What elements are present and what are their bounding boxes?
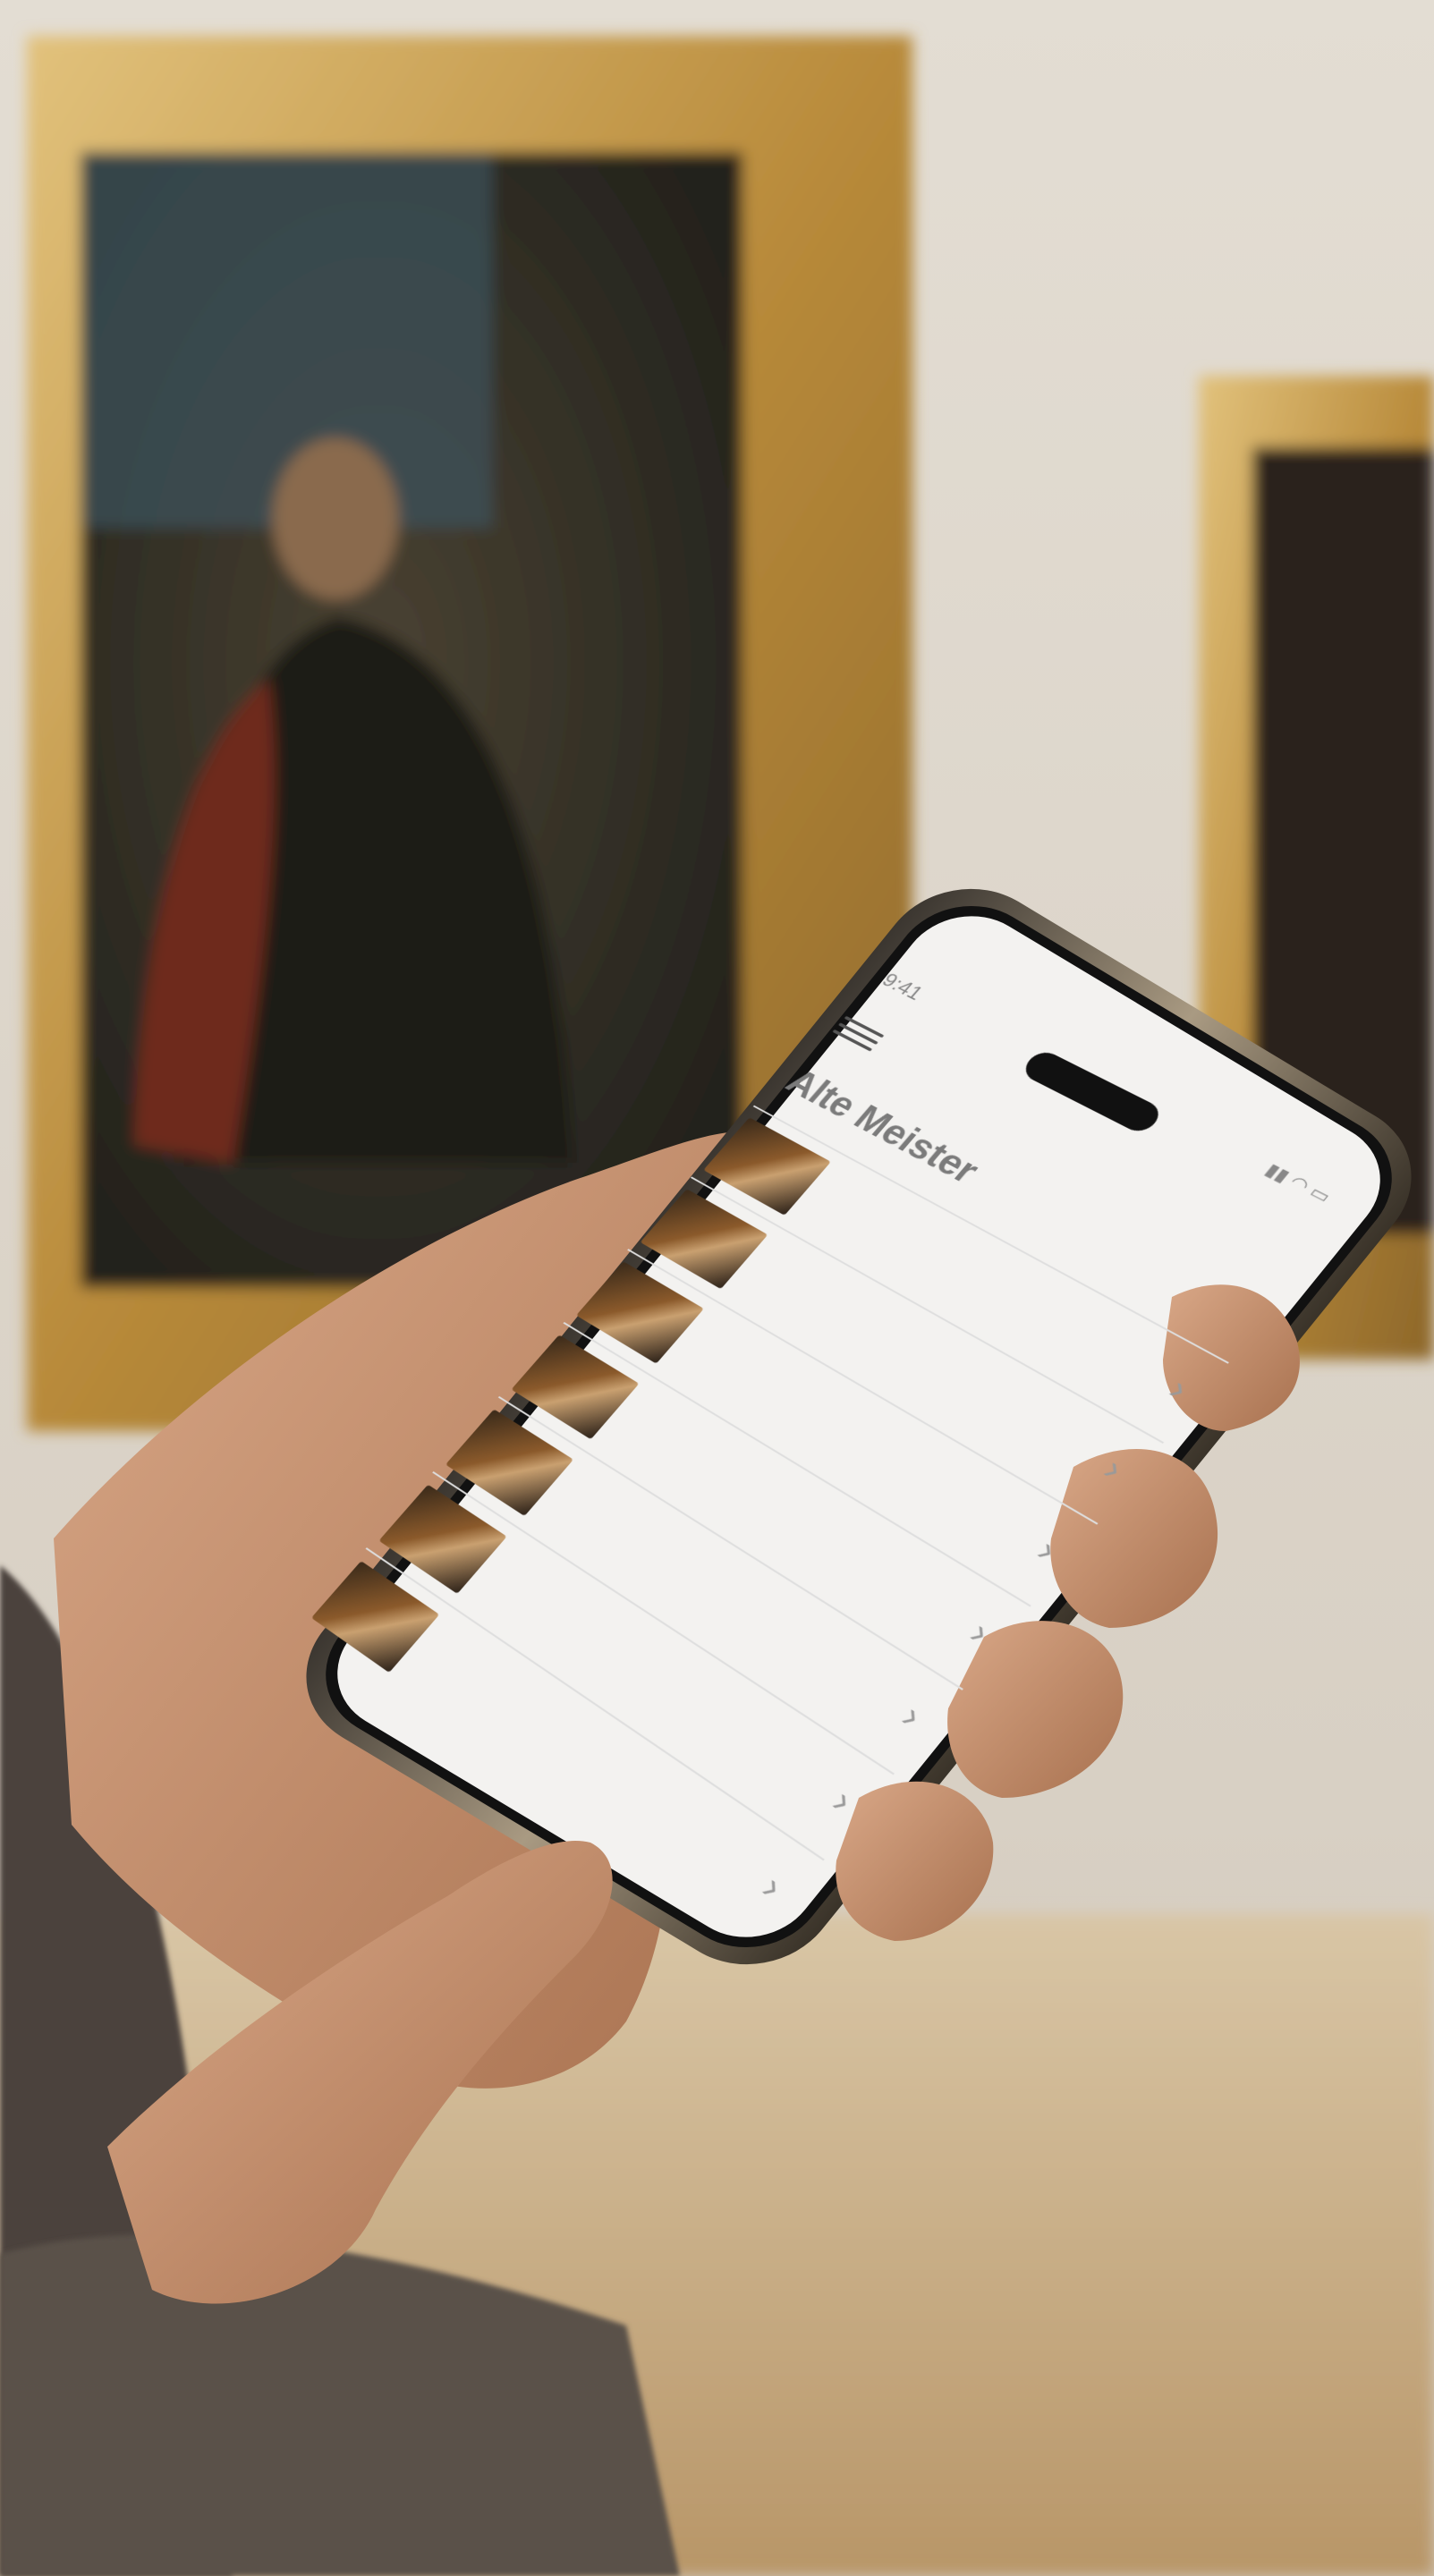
menu-icon[interactable] [828,1012,888,1056]
chevron-right-icon: › [1095,1450,1132,1488]
chevron-right-icon: › [893,1697,930,1736]
chevron-right-icon: › [961,1614,998,1653]
chevron-right-icon: › [753,1867,792,1908]
chevron-right-icon: › [1160,1370,1197,1408]
chevron-right-icon: › [1029,1531,1065,1570]
battery-icon: ▭ [1305,1181,1336,1208]
status-time: 9:41 [877,968,929,1004]
chevron-right-icon: › [823,1781,861,1822]
